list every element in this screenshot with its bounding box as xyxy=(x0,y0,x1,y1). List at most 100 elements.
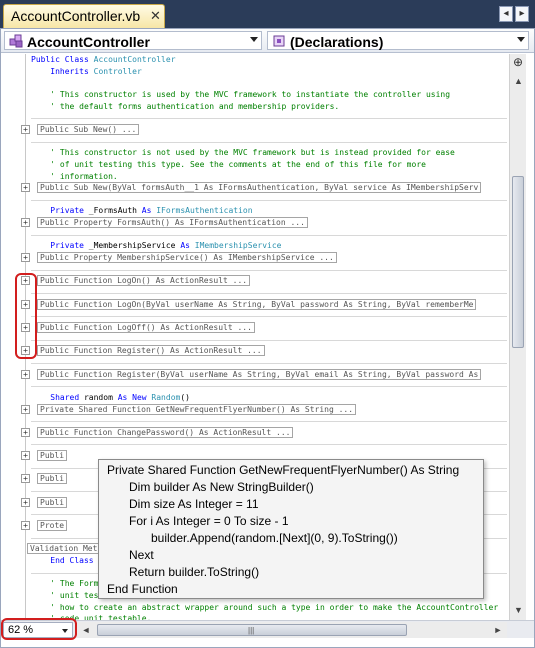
class-combo-value: AccountController xyxy=(27,34,150,50)
expand-node-icon[interactable]: + xyxy=(21,451,30,460)
collapsed-region[interactable]: Public Function Register(ByVal userName … xyxy=(37,369,482,380)
collapsed-region[interactable]: Public Function Register() As ActionResu… xyxy=(37,345,265,356)
code-line: ' of unit testing this type. See the com… xyxy=(31,159,426,171)
declarations-icon xyxy=(273,35,285,47)
editor-bottom-bar: 62 % ◄ ||| ► xyxy=(1,618,534,640)
tooltip-line: Dim size As Integer = 11 xyxy=(129,497,259,511)
class-icon xyxy=(9,34,23,48)
code-token: ' how to create an abstract wrapper arou… xyxy=(31,603,499,612)
member-separator xyxy=(31,200,507,201)
collapsed-region[interactable]: Public Property MembershipService() As I… xyxy=(37,252,337,263)
expand-node-icon[interactable]: + xyxy=(21,370,30,379)
code-token: As xyxy=(180,241,195,250)
collapsed-region[interactable]: Public Function LogOn() As ActionResult … xyxy=(37,275,251,286)
expand-node-icon[interactable]: + xyxy=(21,474,30,483)
code-token: Public Class xyxy=(31,55,94,64)
tooltip-line: Return builder.ToString() xyxy=(129,565,260,579)
code-line: ' This constructor is not used by the MV… xyxy=(31,147,455,159)
code-token: ' unit test xyxy=(31,591,104,600)
code-token: _FormsAuth xyxy=(88,206,142,215)
code-token: ' the default forms authentication and m… xyxy=(31,102,340,111)
member-combo-value: (Declarations) xyxy=(290,34,384,50)
member-separator xyxy=(31,421,507,422)
code-line: Private Shared Function GetNewFrequentFl… xyxy=(37,404,357,416)
tooltip-line: For i As Integer = 0 To size - 1 xyxy=(129,514,289,528)
code-line: Public Class AccountController xyxy=(31,54,176,66)
collapsed-region[interactable]: Public Function LogOff() As ActionResult… xyxy=(37,322,255,333)
code-line: Private _FormsAuth As IFormsAuthenticati… xyxy=(31,205,252,217)
code-token: ' of unit testing this type. See the com… xyxy=(31,160,426,169)
document-tab[interactable]: AccountController.vb ✕ xyxy=(3,4,165,28)
expand-node-icon[interactable]: + xyxy=(21,218,30,227)
collapsed-region[interactable]: Publi xyxy=(37,497,68,508)
grip-icon: ||| xyxy=(248,626,255,635)
class-combo[interactable]: AccountController xyxy=(4,31,262,50)
tooltip-line: builder.Append(random.[Next](0, 9).ToStr… xyxy=(151,531,398,545)
scroll-up-icon[interactable]: ▲ xyxy=(511,74,526,89)
collapsed-region[interactable]: Public Function ChangePassword() As Acti… xyxy=(37,427,294,438)
close-icon[interactable]: ✕ xyxy=(150,8,161,24)
collapsed-region[interactable]: Publi xyxy=(37,473,68,484)
member-separator xyxy=(31,386,507,387)
member-combo[interactable]: (Declarations) xyxy=(267,31,529,50)
vertical-scroll-thumb[interactable] xyxy=(512,176,524,348)
code-token: ' information. xyxy=(31,172,118,181)
code-token: Private xyxy=(50,241,89,250)
code-line: ' unit test xyxy=(31,590,103,602)
code-line: Publi xyxy=(37,473,68,485)
expand-node-icon[interactable]: + xyxy=(21,183,30,192)
collapsed-region[interactable]: Prote xyxy=(37,520,68,531)
member-separator xyxy=(31,293,507,294)
expand-node-icon[interactable]: + xyxy=(21,498,30,507)
split-icon[interactable]: ⊕ xyxy=(511,56,525,70)
code-line: Public Sub New() ... xyxy=(37,124,140,136)
member-separator xyxy=(31,316,507,317)
vertical-scrollbar[interactable]: ⊕ ▲ ▼ xyxy=(509,54,526,620)
code-area[interactable]: Public Class AccountController Inherits … xyxy=(1,54,507,620)
horizontal-scroll-thumb[interactable]: ||| xyxy=(97,624,407,636)
collapsed-region[interactable]: Public Function LogOn(ByVal userName As … xyxy=(37,299,477,310)
scroll-tabs-right-icon[interactable]: ▸ xyxy=(515,6,529,22)
code-line: Public Function LogOn(ByVal userName As … xyxy=(37,299,477,311)
code-line: Inherits Controller xyxy=(31,66,142,78)
horizontal-scrollbar[interactable]: ◄ ||| ► xyxy=(77,622,507,638)
code-line: ' This constructor is used by the MVC fr… xyxy=(31,89,450,101)
code-token: AccountController xyxy=(93,55,176,64)
collapsed-region[interactable]: Validation Met xyxy=(27,543,101,554)
code-line: Public Property MembershipService() As I… xyxy=(37,252,337,264)
chevron-down-icon[interactable] xyxy=(250,37,258,42)
code-token: End Class xyxy=(50,556,94,565)
tooltip-line: Next xyxy=(129,548,154,562)
expand-node-icon[interactable]: + xyxy=(21,428,30,437)
collapsed-region[interactable]: Publi xyxy=(37,450,68,461)
code-token: As xyxy=(141,206,157,215)
code-token: ' This constructor is used by the MVC fr… xyxy=(31,90,451,99)
collapsed-region[interactable]: Public Property FormsAuth() As IFormsAut… xyxy=(37,217,308,228)
expand-node-icon[interactable]: + xyxy=(21,405,30,414)
member-separator xyxy=(31,270,507,271)
annotation-outline-nodes xyxy=(15,273,37,359)
expand-node-icon[interactable]: + xyxy=(21,125,30,134)
code-line: ' The Form xyxy=(31,578,98,590)
collapsed-region[interactable]: Private Shared Function GetNewFrequentFl… xyxy=(37,404,357,415)
scroll-down-icon[interactable]: ▼ xyxy=(511,603,526,618)
code-line: Public Function LogOn() As ActionResult … xyxy=(37,275,251,287)
code-token: Shared xyxy=(50,393,84,402)
code-line: Public Function Register(ByVal userName … xyxy=(37,369,482,381)
scroll-right-icon[interactable]: ► xyxy=(491,622,505,638)
scroll-left-icon[interactable]: ◄ xyxy=(79,622,93,638)
code-line: Public Function Register() As ActionResu… xyxy=(37,345,265,357)
collapsed-region[interactable]: Public Sub New(ByVal formsAuth__1 As IFo… xyxy=(37,182,482,193)
expand-node-icon[interactable]: + xyxy=(21,521,30,530)
expand-node-icon[interactable]: + xyxy=(21,253,30,262)
code-line: Prote xyxy=(37,520,68,532)
chevron-down-icon[interactable] xyxy=(517,37,525,42)
member-separator xyxy=(31,363,507,364)
scroll-tabs-left-icon[interactable]: ◂ xyxy=(499,6,513,22)
code-line: Private _MembershipService As IMembershi… xyxy=(31,240,281,252)
code-token: () xyxy=(180,393,190,402)
collapsed-region[interactable]: Public Sub New() ... xyxy=(37,124,140,135)
